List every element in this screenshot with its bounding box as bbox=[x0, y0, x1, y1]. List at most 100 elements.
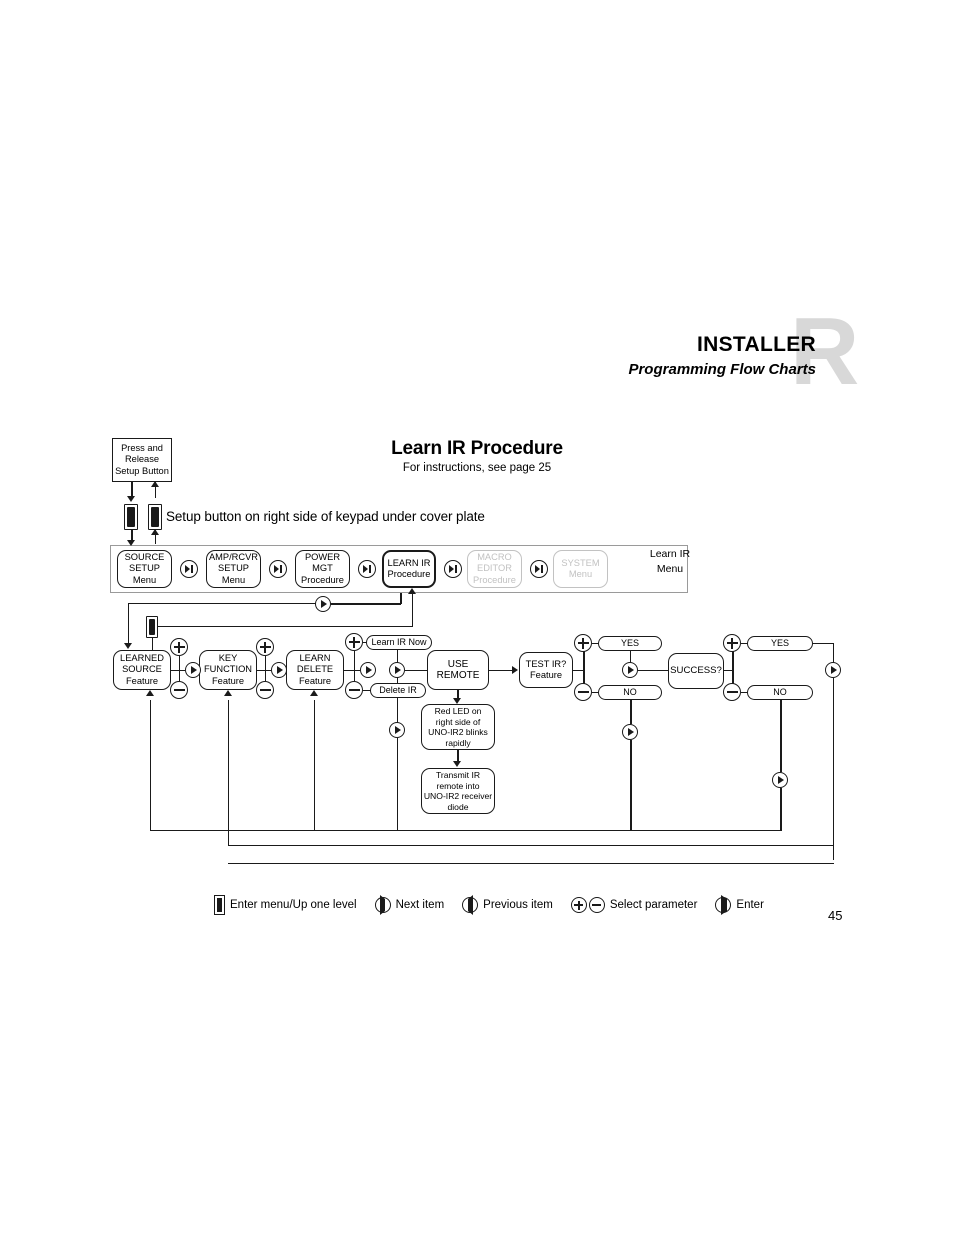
page-number: 45 bbox=[828, 908, 843, 923]
feature-line-3: Feature bbox=[125, 675, 159, 686]
plus-glyph bbox=[257, 639, 273, 655]
connector-learned-source-plusminus-rail bbox=[179, 656, 181, 681]
decision-success: SUCCESS? bbox=[668, 653, 724, 689]
play-enter-icon-key-function[interactable] bbox=[271, 662, 287, 678]
arrowhead-down-to-learned-source bbox=[124, 643, 132, 649]
return-rail-middle-riser bbox=[228, 830, 230, 845]
minus-glyph bbox=[724, 684, 740, 700]
skip-forward-icon-4[interactable] bbox=[444, 560, 462, 578]
setup-button-core bbox=[149, 619, 155, 635]
menu-item-source-setup[interactable]: SOURCE SETUP Menu bbox=[117, 550, 172, 588]
feature-line-3: Feature bbox=[211, 675, 245, 686]
play-enter-glyph bbox=[272, 663, 286, 677]
menu-item-amp-rcvr-setup[interactable]: AMP/RCVR SETUP Menu bbox=[206, 550, 261, 588]
option-label: Delete IR bbox=[379, 684, 417, 695]
legend-item-next: Next item bbox=[374, 895, 444, 915]
menu-item-line-3: Menu bbox=[221, 574, 246, 585]
arrowhead-up-to-learn-delete bbox=[310, 690, 318, 696]
feature-line-1: LEARN bbox=[299, 652, 331, 663]
minus-icon-success[interactable] bbox=[723, 683, 741, 701]
minus-icon-learn-delete[interactable] bbox=[345, 681, 363, 699]
feature-test-ir[interactable]: TEST IR? Feature bbox=[519, 652, 573, 688]
feature-learned-source[interactable]: LEARNED SOURCE Feature bbox=[113, 650, 171, 690]
menu-item-line-1: POWER bbox=[304, 551, 341, 562]
skip-forward-icon-2[interactable] bbox=[269, 560, 287, 578]
instruction-line-2: right side of bbox=[435, 716, 481, 727]
skip-forward-icon-1[interactable] bbox=[180, 560, 198, 578]
setup-button-icon-up[interactable] bbox=[148, 504, 162, 530]
plus-icon-learned-source[interactable] bbox=[170, 638, 188, 656]
option-test-ir-no[interactable]: NO bbox=[598, 685, 662, 700]
minus-icon-key-function[interactable] bbox=[256, 681, 274, 699]
connector-yes-2-right bbox=[812, 643, 834, 645]
minus-icon-test-ir[interactable] bbox=[574, 683, 592, 701]
return-rail-middle bbox=[228, 845, 834, 847]
option-test-ir-yes[interactable]: YES bbox=[598, 636, 662, 651]
skip-forward-icon-5[interactable] bbox=[530, 560, 548, 578]
plus-icon-test-ir[interactable] bbox=[574, 634, 592, 652]
connector-key-function-to-enter bbox=[257, 670, 271, 672]
instruction-line-1: Transmit IR bbox=[435, 770, 481, 780]
plus-glyph bbox=[171, 639, 187, 655]
instruction-line-4: diode bbox=[447, 801, 469, 812]
play-enter-icon-learn-delete[interactable] bbox=[360, 662, 376, 678]
option-success-yes[interactable]: YES bbox=[747, 636, 813, 651]
instruction-red-led: Red LED on right side of UNO-IR2 blinks … bbox=[421, 704, 495, 750]
menu-item-macro-editor[interactable]: MACRO EDITOR Procedure bbox=[467, 550, 522, 588]
play-enter-icon-learn-branch[interactable] bbox=[389, 722, 405, 738]
plus-icon-key-function[interactable] bbox=[256, 638, 274, 656]
option-delete-ir[interactable]: Delete IR bbox=[370, 683, 426, 698]
play-enter-glyph bbox=[390, 663, 404, 677]
press-release-line-2: Release bbox=[124, 454, 160, 465]
arrowhead-up-to-key-function bbox=[224, 690, 232, 696]
menu-item-line-1: LEARN IR bbox=[387, 557, 431, 568]
plus-icon-success[interactable] bbox=[723, 634, 741, 652]
play-enter-icon-yes-2[interactable] bbox=[825, 662, 841, 678]
menu-item-line-3: Menu bbox=[132, 574, 157, 585]
instruction-line-1: Red LED on bbox=[434, 706, 482, 716]
menu-item-line-2: MGT bbox=[312, 563, 333, 574]
feature-learn-delete[interactable]: LEARN DELETE Feature bbox=[286, 650, 344, 690]
press-release-line-3: Setup Button bbox=[115, 465, 169, 476]
menu-item-line-2: EDITOR bbox=[477, 563, 512, 574]
connector-yes-2-down-2 bbox=[833, 678, 835, 860]
connector-learn-branch-down-2 bbox=[397, 738, 399, 830]
setup-button-icon-return-to-menu[interactable] bbox=[146, 616, 158, 638]
minus-glyph bbox=[346, 682, 362, 698]
plus-glyph bbox=[346, 634, 362, 650]
header-subtitle: Programming Flow Charts bbox=[628, 361, 816, 378]
menu-item-power-mgt[interactable]: POWER MGT Procedure bbox=[295, 550, 350, 588]
arrowhead-down-to-transmit bbox=[453, 761, 461, 767]
play-enter-icon-yes-1[interactable] bbox=[622, 662, 638, 678]
play-enter-glyph bbox=[826, 663, 840, 677]
minus-icon-learned-source[interactable] bbox=[170, 681, 188, 699]
play-enter-icon-no-2[interactable] bbox=[772, 772, 788, 788]
connector-learn-delete-plusminus-rail bbox=[354, 651, 356, 681]
instruction-transmit-ir: Transmit IR remote into UNO-IR2 receiver… bbox=[421, 768, 495, 814]
play-enter-glyph bbox=[720, 895, 728, 915]
skip-forward-glyph bbox=[270, 561, 286, 577]
connector-test-ir-to-plusminus bbox=[573, 670, 583, 672]
menu-item-line-2: Menu bbox=[568, 569, 593, 579]
setup-button-icon-down[interactable] bbox=[124, 504, 138, 530]
plus-icon-learn-delete[interactable] bbox=[345, 633, 363, 651]
return-rail-lower bbox=[228, 863, 834, 865]
minus-glyph bbox=[575, 684, 591, 700]
skip-forward-glyph bbox=[531, 561, 547, 577]
option-learn-ir-now[interactable]: Learn IR Now bbox=[366, 635, 432, 650]
play-enter-glyph bbox=[773, 773, 787, 787]
play-enter-icon-no-1[interactable] bbox=[622, 724, 638, 740]
play-enter-icon-menu-down[interactable] bbox=[315, 596, 331, 612]
arrowhead-down-to-source-setup bbox=[127, 540, 135, 546]
play-enter-icon-learned-source[interactable] bbox=[185, 662, 201, 678]
skip-forward-icon-3[interactable] bbox=[358, 560, 376, 578]
menu-item-learn-ir[interactable]: LEARN IR Procedure bbox=[382, 550, 436, 588]
option-success-no[interactable]: NO bbox=[747, 685, 813, 700]
play-enter-glyph bbox=[361, 663, 375, 677]
legend-item-select-parameter: Select parameter bbox=[570, 897, 697, 913]
feature-key-function[interactable]: KEY FUNCTION Feature bbox=[199, 650, 257, 690]
play-enter-icon-to-use-remote[interactable] bbox=[389, 662, 405, 678]
menu-item-system[interactable]: SYSTEM Menu bbox=[553, 550, 608, 588]
press-release-line-1: Press and bbox=[121, 442, 163, 453]
legend: Enter menu/Up one level Next item Previo… bbox=[214, 893, 782, 917]
